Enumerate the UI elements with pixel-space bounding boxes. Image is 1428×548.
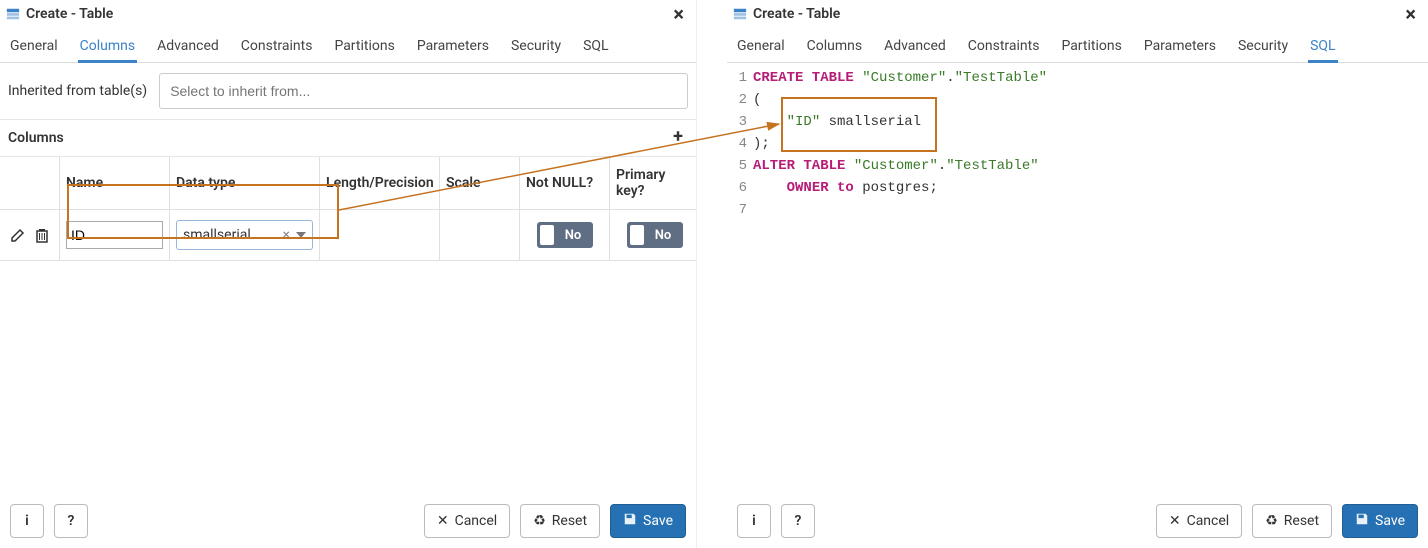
chevron-down-icon xyxy=(296,232,306,238)
tab-columns[interactable]: Columns xyxy=(78,28,137,62)
inherit-label: Inherited from table(s) xyxy=(8,83,147,99)
reset-button[interactable]: ♻ Reset xyxy=(1252,504,1332,538)
save-icon xyxy=(623,512,637,530)
help-button[interactable]: ? xyxy=(54,504,88,538)
close-icon[interactable]: × xyxy=(1399,4,1422,24)
tab-parameters[interactable]: Parameters xyxy=(1142,28,1218,62)
cancel-label: Cancel xyxy=(1187,513,1230,529)
table-icon xyxy=(6,7,20,21)
help-button[interactable]: ? xyxy=(781,504,815,538)
save-label: Save xyxy=(643,513,673,529)
col-header-scale: Scale xyxy=(440,157,520,210)
left-pane: Create - Table × General Columns Advance… xyxy=(0,0,697,548)
col-header-name: Name xyxy=(60,157,170,210)
titlebar-right: Create - Table × xyxy=(727,0,1428,28)
footer-right: i ? ✕ Cancel ♻ Reset Save xyxy=(727,494,1428,548)
add-column-button[interactable]: + xyxy=(668,128,688,148)
tab-partitions[interactable]: Partitions xyxy=(1059,28,1123,62)
tab-constraints[interactable]: Constraints xyxy=(239,28,315,62)
tab-general[interactable]: General xyxy=(8,28,60,62)
title-text: Create - Table xyxy=(26,6,667,22)
row-tools xyxy=(0,210,60,261)
row-datatype: smallserial × xyxy=(170,210,320,261)
right-pane: Create - Table × General Columns Advance… xyxy=(697,0,1428,548)
cancel-button[interactable]: ✕ Cancel xyxy=(1156,504,1242,538)
tab-parameters[interactable]: Parameters xyxy=(415,28,491,62)
columns-grid: Name Data type Length/Precision Scale No… xyxy=(0,157,696,261)
toggle-knob xyxy=(540,225,554,245)
col-header-pkey: Primary key? xyxy=(610,157,696,210)
save-button[interactable]: Save xyxy=(610,504,686,538)
body-left: Inherited from table(s) Columns + Name D… xyxy=(0,63,696,494)
close-icon[interactable]: × xyxy=(667,4,690,24)
col-header-tools xyxy=(0,157,60,210)
tabs-right: General Columns Advanced Constraints Par… xyxy=(727,28,1428,63)
tab-columns[interactable]: Columns xyxy=(805,28,864,62)
pkey-value: No xyxy=(644,228,683,243)
row-length[interactable] xyxy=(320,210,440,261)
row-name xyxy=(60,210,170,261)
editor-gutter: 1234567 xyxy=(727,67,753,221)
editor-code[interactable]: CREATE TABLE "Customer"."TestTable"( "ID… xyxy=(753,67,1428,221)
info-button[interactable]: i xyxy=(737,504,771,538)
tab-advanced[interactable]: Advanced xyxy=(155,28,221,62)
col-header-datatype: Data type xyxy=(170,157,320,210)
reset-button[interactable]: ♻ Reset xyxy=(520,504,600,538)
reset-label: Reset xyxy=(1284,513,1319,529)
inherit-row: Inherited from table(s) xyxy=(0,63,696,120)
sql-editor[interactable]: 1234567 CREATE TABLE "Customer"."TestTab… xyxy=(727,63,1428,225)
notnull-toggle[interactable]: No xyxy=(537,222,593,248)
recycle-icon: ♻ xyxy=(1265,513,1278,529)
row-notnull: No xyxy=(520,210,610,261)
tabs-left: General Columns Advanced Constraints Par… xyxy=(0,28,696,63)
row-pkey: No xyxy=(610,210,696,261)
tab-partitions[interactable]: Partitions xyxy=(332,28,396,62)
save-button[interactable]: Save xyxy=(1342,504,1418,538)
tab-security[interactable]: Security xyxy=(509,28,563,62)
footer-left: i ? ✕ Cancel ♻ Reset Save xyxy=(0,494,696,548)
table-icon xyxy=(733,7,747,21)
title-text: Create - Table xyxy=(753,6,1399,22)
close-icon: ✕ xyxy=(437,513,449,529)
save-icon xyxy=(1355,512,1369,530)
col-header-notnull: Not NULL? xyxy=(520,157,610,210)
clear-icon[interactable]: × xyxy=(283,227,290,243)
info-button[interactable]: i xyxy=(10,504,44,538)
cancel-button[interactable]: ✕ Cancel xyxy=(424,504,510,538)
inherit-input[interactable] xyxy=(159,73,688,109)
edit-icon[interactable] xyxy=(10,227,26,243)
datatype-select[interactable]: smallserial × xyxy=(176,220,313,250)
row-scale[interactable] xyxy=(440,210,520,261)
tab-general[interactable]: General xyxy=(735,28,787,62)
body-right: 1234567 CREATE TABLE "Customer"."TestTab… xyxy=(727,63,1428,494)
delete-icon[interactable] xyxy=(34,227,50,243)
name-input[interactable] xyxy=(66,221,163,249)
recycle-icon: ♻ xyxy=(533,513,546,529)
datatype-value: smallserial xyxy=(183,227,277,243)
columns-header: Columns + xyxy=(0,120,696,157)
save-label: Save xyxy=(1375,513,1405,529)
tab-sql[interactable]: SQL xyxy=(1308,28,1337,62)
cancel-label: Cancel xyxy=(455,513,498,529)
notnull-value: No xyxy=(554,228,593,243)
close-icon: ✕ xyxy=(1169,513,1181,529)
columns-title: Columns xyxy=(8,130,668,146)
reset-label: Reset xyxy=(552,513,587,529)
tab-constraints[interactable]: Constraints xyxy=(966,28,1042,62)
tab-sql[interactable]: SQL xyxy=(581,28,610,62)
tab-advanced[interactable]: Advanced xyxy=(882,28,948,62)
toggle-knob xyxy=(630,225,644,245)
col-header-length: Length/Precision xyxy=(320,157,440,210)
titlebar-left: Create - Table × xyxy=(0,0,696,28)
tab-security[interactable]: Security xyxy=(1236,28,1290,62)
pkey-toggle[interactable]: No xyxy=(627,222,683,248)
